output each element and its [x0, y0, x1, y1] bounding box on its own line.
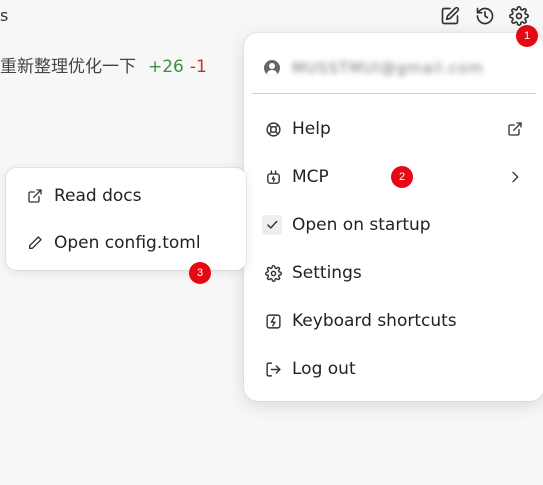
submenu-item-label: Open config.toml: [54, 233, 201, 253]
menu-divider: [252, 93, 536, 94]
submenu-item-label: Read docs: [54, 186, 142, 206]
step-badge-1: 1: [516, 25, 538, 47]
history-icon[interactable]: [474, 5, 496, 27]
deletions-count: -1: [189, 57, 207, 77]
submenu-item-open-config[interactable]: Open config.toml: [6, 223, 246, 263]
menu-item-label: Open on startup: [292, 215, 431, 235]
settings-menu: MUSSTMUI@gmail.com Help MCP Open on star…: [244, 33, 543, 401]
gear-icon[interactable]: [508, 5, 530, 27]
menu-item-log-out[interactable]: Log out: [244, 349, 543, 389]
mcp-submenu: Read docs Open config.toml: [6, 168, 246, 270]
step-badge-3: 3: [189, 262, 211, 284]
menu-item-settings[interactable]: Settings: [244, 253, 543, 293]
account-row: MUSSTMUI@gmail.com: [244, 51, 543, 85]
menu-item-label: Log out: [292, 359, 356, 379]
menu-item-label: Help: [292, 119, 331, 139]
pencil-icon: [26, 234, 44, 252]
plug-icon: [264, 168, 282, 186]
additions-count: +26: [148, 57, 184, 77]
title-fragment: s: [0, 6, 9, 25]
lifebuoy-icon: [264, 120, 282, 138]
user-icon: [264, 60, 280, 76]
external-link-icon: [506, 120, 524, 138]
submenu-item-read-docs[interactable]: Read docs: [6, 176, 246, 216]
logout-icon: [264, 360, 282, 378]
commit-message-line: 重新整理优化一下 +26 -1: [0, 52, 207, 77]
menu-item-label: Keyboard shortcuts: [292, 311, 457, 331]
checkbox-checked-icon[interactable]: [262, 215, 282, 235]
chevron-right-icon: [506, 168, 524, 186]
external-link-icon: [26, 187, 44, 205]
edit-icon[interactable]: [439, 5, 461, 27]
menu-item-help[interactable]: Help: [244, 109, 543, 149]
menu-item-keyboard-shortcuts[interactable]: Keyboard shortcuts: [244, 301, 543, 341]
gear-icon: [264, 264, 282, 282]
menu-item-label: Settings: [292, 263, 362, 283]
account-email: MUSSTMUI@gmail.com: [292, 59, 484, 77]
step-badge-2: 2: [391, 166, 413, 188]
keyboard-shortcut-icon: [264, 312, 282, 330]
message-text: 重新整理优化一下: [0, 57, 136, 77]
menu-item-open-on-startup[interactable]: Open on startup: [244, 205, 543, 245]
